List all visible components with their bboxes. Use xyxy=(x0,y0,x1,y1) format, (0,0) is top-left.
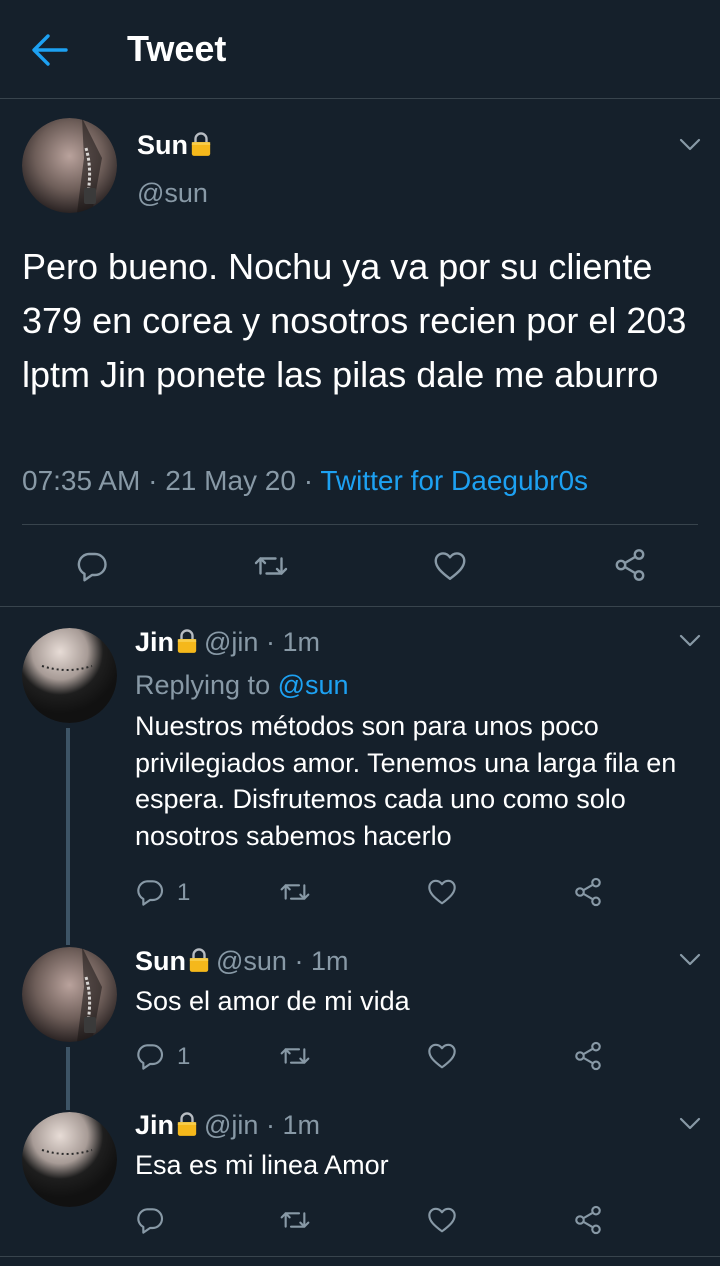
heart-icon[interactable] xyxy=(432,548,468,584)
comment-icon[interactable] xyxy=(134,876,166,908)
retweet-icon[interactable] xyxy=(278,876,312,908)
heart-icon[interactable] xyxy=(426,1040,458,1072)
retweet-icon[interactable] xyxy=(252,548,290,584)
tweet-date: 21 May 20 xyxy=(165,465,296,496)
reply-text: Esa es mi linea Amor xyxy=(135,1150,389,1180)
divider xyxy=(0,1256,720,1257)
retweet-icon[interactable] xyxy=(278,1204,312,1236)
retweet-icon[interactable] xyxy=(278,1040,312,1072)
lock-icon xyxy=(176,1111,198,1137)
thread-line xyxy=(66,1047,70,1110)
comment-icon[interactable] xyxy=(134,1204,166,1236)
author-name[interactable]: Jin xyxy=(135,1110,174,1140)
reply-count: 1 xyxy=(177,1043,191,1070)
heart-icon[interactable] xyxy=(426,1204,458,1236)
chevron-down-icon[interactable] xyxy=(679,1117,701,1131)
reply-text: Nuestros métodos son para unos poco priv… xyxy=(135,711,677,851)
comment-icon[interactable] xyxy=(134,1040,166,1072)
reply-text: Sos el amor de mi vida xyxy=(135,986,410,1016)
author-handle[interactable]: @sun xyxy=(137,178,208,209)
tweet-text: Pero bueno. Nochu ya va por su cliente 3… xyxy=(22,246,687,395)
lock-icon xyxy=(188,947,210,973)
avatar[interactable] xyxy=(22,1112,117,1207)
author-handle[interactable]: @jin xyxy=(204,1110,258,1140)
heart-icon[interactable] xyxy=(426,876,458,908)
author-name[interactable]: Jin xyxy=(135,627,174,657)
share-icon[interactable] xyxy=(572,1040,604,1072)
lock-icon xyxy=(190,131,212,157)
reply-time: 1m xyxy=(282,1110,320,1140)
arrow-left-icon[interactable] xyxy=(30,32,68,68)
avatar[interactable] xyxy=(22,118,117,213)
share-icon[interactable] xyxy=(612,547,648,583)
replying-to-link[interactable]: @sun xyxy=(278,670,349,700)
reply-time: 1m xyxy=(282,627,320,657)
author-handle[interactable]: @sun xyxy=(216,946,287,976)
reply-count: 1 xyxy=(177,879,191,906)
author-handle[interactable]: @jin xyxy=(204,627,258,657)
author-name[interactable]: Sun xyxy=(135,946,186,976)
chevron-down-icon[interactable] xyxy=(679,953,701,967)
avatar[interactable] xyxy=(22,947,117,1042)
page-title: Tweet xyxy=(127,28,227,69)
avatar[interactable] xyxy=(22,628,117,723)
chevron-down-icon[interactable] xyxy=(679,634,701,648)
comment-icon[interactable] xyxy=(74,548,110,584)
reply-time: 1m xyxy=(310,946,349,976)
share-icon[interactable] xyxy=(572,876,604,908)
reply-header: Jin @jin · 1m xyxy=(135,627,320,657)
app-header: Tweet xyxy=(0,0,720,99)
tweet-source-link[interactable]: Twitter for Daegubr0s xyxy=(320,465,588,496)
reply-header: Jin @jin · 1m xyxy=(135,1110,320,1140)
author-name[interactable]: Sun xyxy=(137,130,212,161)
tweet-time: 07:35 AM xyxy=(22,465,141,496)
reply-header: Sun @sun · 1m xyxy=(135,946,349,976)
divider xyxy=(22,524,698,525)
chevron-down-icon[interactable] xyxy=(679,138,701,152)
share-icon[interactable] xyxy=(572,1204,604,1236)
thread-line xyxy=(66,728,70,945)
tweet-meta: 07:35 AM · 21 May 20 · Twitter for Daegu… xyxy=(22,465,589,496)
replying-to: Replying to @sun xyxy=(135,670,349,700)
lock-icon xyxy=(176,628,198,654)
